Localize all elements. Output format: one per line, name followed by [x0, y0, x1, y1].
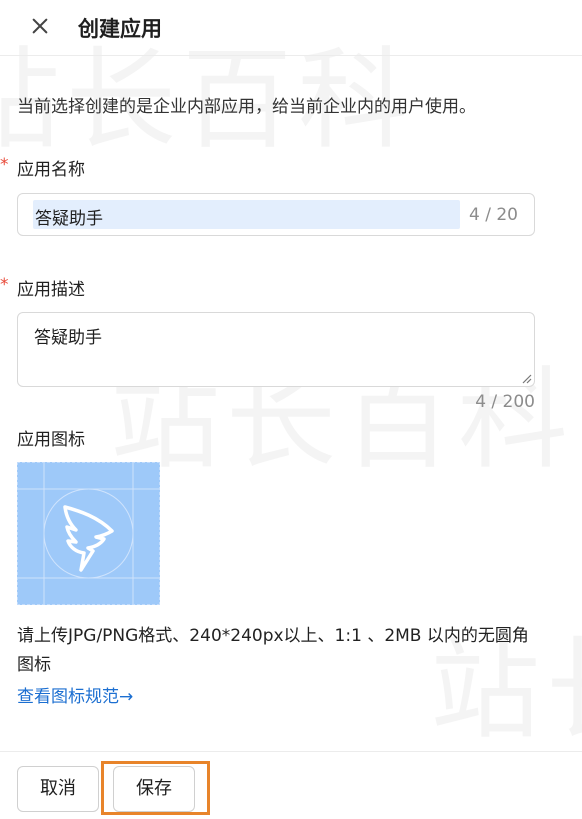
- dingtalk-logo-icon: [18, 463, 159, 604]
- app-desc-textarea[interactable]: 答疑助手: [17, 312, 535, 387]
- app-desc-label: 应用描述: [17, 280, 85, 300]
- required-mark: *: [0, 155, 9, 175]
- app-name-label: 应用名称: [17, 160, 85, 180]
- dialog-footer: 取消 保存: [0, 751, 582, 819]
- app-icon-label: 应用图标: [17, 430, 85, 450]
- close-icon[interactable]: [26, 13, 54, 41]
- required-mark: *: [0, 275, 9, 295]
- app-icon-upload[interactable]: [17, 462, 160, 605]
- page-title: 创建应用: [78, 17, 162, 41]
- icon-spec-link[interactable]: 查看图标规范→: [17, 682, 133, 707]
- save-button[interactable]: 保存: [113, 766, 195, 812]
- app-name-char-count: 4 / 20: [469, 205, 518, 225]
- cancel-button[interactable]: 取消: [17, 766, 99, 812]
- app-name-input[interactable]: 答疑助手 4 / 20: [17, 193, 535, 236]
- notice-text: 当前选择创建的是企业内部应用，给当前企业内的用户使用。: [17, 97, 476, 117]
- app-desc-value: 答疑助手: [34, 328, 102, 348]
- icon-upload-hint: 请上传JPG/PNG格式、240*240px以上、1:1 、2MB 以内的无圆角…: [17, 626, 529, 675]
- dialog-header: 创建应用: [0, 0, 582, 56]
- resize-handle-icon[interactable]: [520, 372, 532, 384]
- app-desc-char-count: 4 / 200: [475, 392, 535, 412]
- app-name-value: 答疑助手: [35, 209, 103, 229]
